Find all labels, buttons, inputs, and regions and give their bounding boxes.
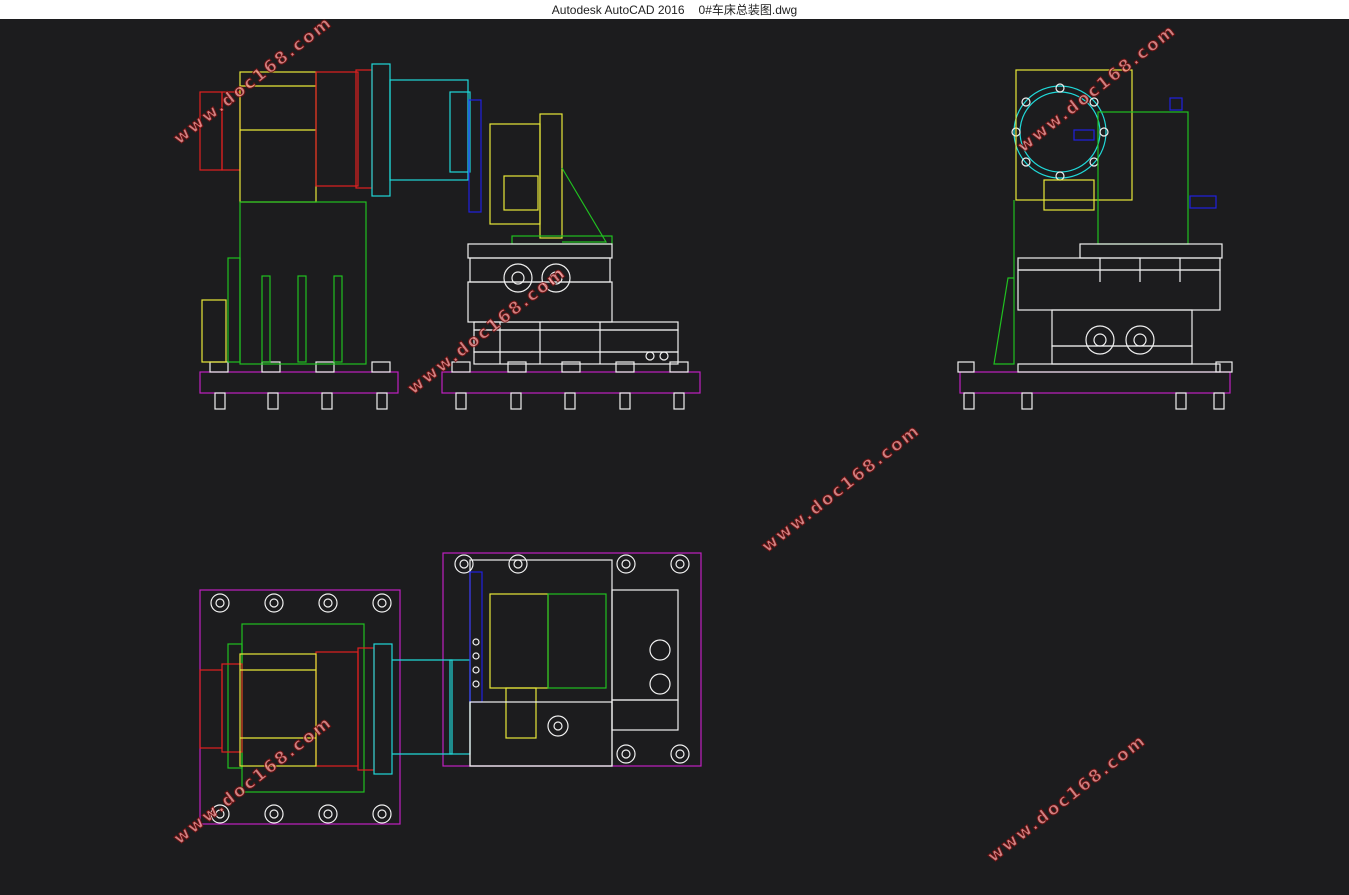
top-view [199, 552, 702, 825]
drawing-canvas[interactable]: www.doc168.com www.doc168.com www.doc168… [0, 12, 1349, 890]
app-title: Autodesk AutoCAD 2016 [551, 2, 685, 17]
side-view [957, 69, 1233, 410]
file-name: 0#车床总装图.dwg [698, 3, 798, 17]
title-bar: Autodesk AutoCAD 2016 0#车床总装图.dwg [0, 0, 1349, 19]
